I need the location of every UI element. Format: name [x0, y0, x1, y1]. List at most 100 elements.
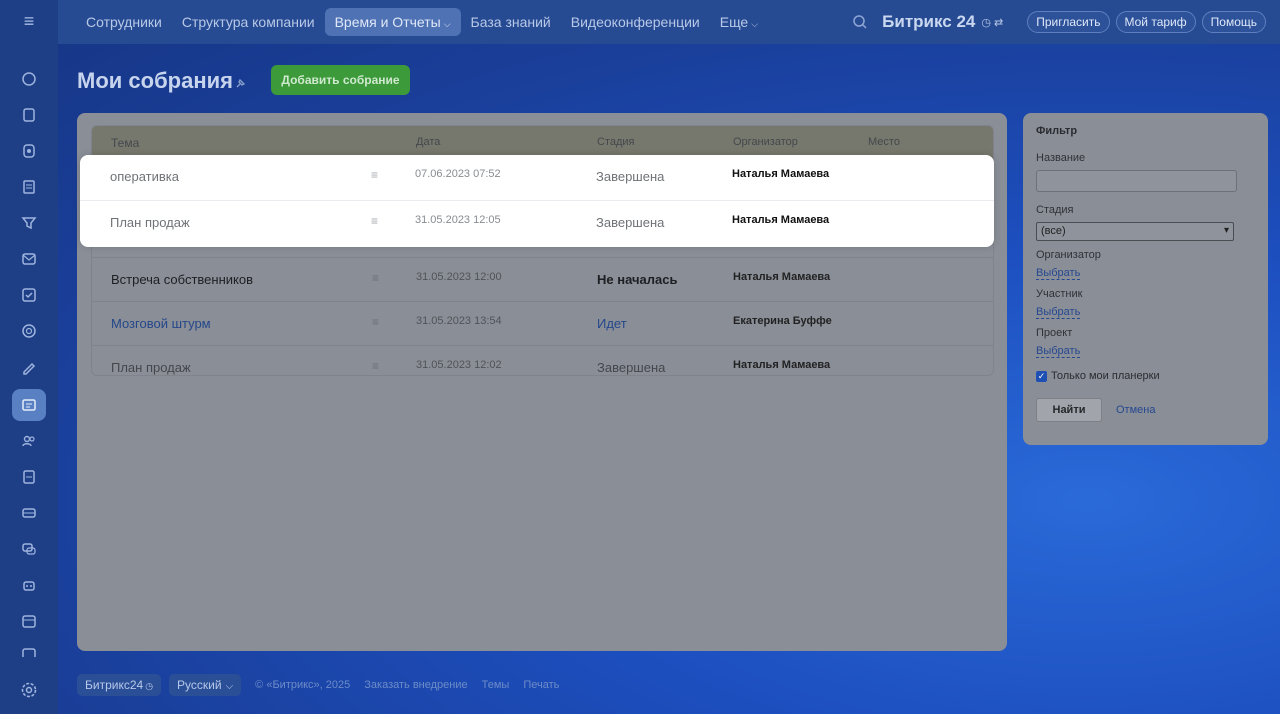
project-label: Проект: [1036, 327, 1073, 339]
row-topic[interactable]: План продаж: [111, 360, 191, 375]
row-organizer[interactable]: Наталья Мамаева: [733, 271, 830, 283]
chat-icon[interactable]: [12, 533, 46, 565]
settings-icon[interactable]: [19, 680, 39, 700]
table-row[interactable]: Мозговой штурм ≡ 31.05.2023 13:54 Идет Е…: [92, 301, 993, 345]
brand-status-icon: ◷ ⇄: [981, 16, 1004, 29]
stage-select[interactable]: (все) ▾: [1036, 222, 1234, 241]
help-button[interactable]: Помощь: [1201, 11, 1266, 33]
tasks-icon[interactable]: [12, 99, 46, 131]
invite-button[interactable]: Пригласить: [1027, 11, 1110, 33]
sign-icon[interactable]: [12, 351, 46, 383]
filter-actions: Найти Отмена: [1036, 398, 1255, 422]
col-stage[interactable]: Стадия: [597, 136, 635, 148]
row-organizer[interactable]: Екатерина Буффе: [733, 315, 832, 327]
disk-icon[interactable]: [12, 135, 46, 167]
row-menu-icon[interactable]: ≡: [372, 315, 379, 329]
col-topic[interactable]: Тема: [111, 136, 139, 150]
project-select-link[interactable]: Выбрать: [1036, 345, 1081, 358]
clock-icon: ◷: [145, 681, 154, 691]
docs-icon[interactable]: [12, 171, 46, 203]
table-header: Тема Дата Стадия Организатор Место: [92, 126, 993, 158]
feed-icon[interactable]: [12, 63, 46, 95]
chevron-down-icon: ⌵: [751, 19, 759, 29]
only-mine-checkbox[interactable]: ✓ Только мои планерки: [1036, 370, 1255, 382]
table-row[interactable]: План продаж ≡ 31.05.2023 12:02 Завершена…: [92, 345, 993, 375]
top-right: Битрикс 24 ◷ ⇄ Пригласить Мой тариф Помо…: [852, 0, 1266, 44]
row-organizer[interactable]: Наталья Мамаева: [732, 168, 829, 180]
language-label: Русский: [177, 678, 222, 692]
language-select[interactable]: Русский ⌵: [169, 674, 242, 696]
row-stage: Завершена: [596, 215, 665, 230]
search-icon[interactable]: [852, 14, 868, 30]
name-label: Название: [1036, 152, 1086, 164]
row-topic[interactable]: Встреча собственников: [111, 272, 253, 287]
order-implementation-link[interactable]: Заказать внедрение: [364, 679, 467, 691]
left-sidebar: ≡: [0, 0, 58, 714]
organizer-select-link[interactable]: Выбрать: [1036, 267, 1081, 280]
print-link[interactable]: Печать: [523, 679, 559, 691]
row-date: 31.05.2023 12:02: [416, 359, 502, 371]
row-date: 31.05.2023 12:00: [416, 271, 502, 283]
users-icon[interactable]: [12, 425, 46, 457]
row-date: 31.05.2023 12:05: [415, 214, 501, 226]
calendar-icon[interactable]: [12, 605, 46, 637]
find-button[interactable]: Найти: [1036, 398, 1102, 422]
funnel-icon[interactable]: [12, 207, 46, 239]
page-title: Мои собрания: [77, 68, 233, 93]
name-input[interactable]: [1036, 170, 1237, 192]
participant-select-link[interactable]: Выбрать: [1036, 306, 1081, 319]
table-row[interactable]: оперативка ≡ 07.06.2023 07:52 Завершена …: [80, 155, 994, 199]
row-menu-icon[interactable]: ≡: [371, 214, 378, 228]
col-place[interactable]: Место: [868, 136, 900, 148]
cancel-link[interactable]: Отмена: [1116, 404, 1155, 416]
themes-link[interactable]: Темы: [482, 679, 510, 691]
nav-more[interactable]: Еще ⌵: [710, 8, 768, 36]
robot-icon[interactable]: [12, 569, 46, 601]
row-date: 07.06.2023 07:52: [415, 168, 501, 180]
col-date[interactable]: Дата: [416, 136, 440, 148]
table-row[interactable]: Встреча собственников ≡ 31.05.2023 12:00…: [92, 257, 993, 301]
nav-time-reports-label: Время и Отчеты: [334, 14, 441, 30]
row-topic[interactable]: Мозговой штурм: [111, 316, 211, 331]
brand-logo: Битрикс 24: [882, 12, 976, 31]
mail-icon[interactable]: [12, 243, 46, 275]
row-menu-icon[interactable]: ≡: [372, 271, 379, 285]
highlighted-rows: оперативка ≡ 07.06.2023 07:52 Завершена …: [80, 155, 994, 247]
filter-title: Фильтр: [1036, 125, 1078, 137]
pin-icon[interactable]: [234, 76, 248, 90]
row-date: 31.05.2023 13:54: [416, 315, 502, 327]
nav-more-label: Еще: [719, 14, 749, 30]
row-topic[interactable]: оперативка: [110, 169, 179, 184]
row-stage: Не началась: [597, 272, 678, 287]
meetings-icon[interactable]: [12, 389, 46, 421]
table-row[interactable]: План продаж ≡ 31.05.2023 12:05 Завершена…: [80, 200, 994, 244]
nav-company-structure[interactable]: Структура компании: [172, 8, 325, 36]
checklist-icon[interactable]: [12, 279, 46, 311]
target-icon[interactable]: [12, 315, 46, 347]
row-organizer[interactable]: Наталья Мамаева: [732, 214, 829, 226]
only-mine-label: Только мои планерки: [1051, 370, 1160, 382]
row-menu-icon[interactable]: ≡: [372, 359, 379, 373]
menu-icon[interactable]: ≡: [18, 12, 40, 30]
organizer-label: Организатор: [1036, 249, 1101, 261]
nav-knowledge-base[interactable]: База знаний: [461, 8, 561, 36]
nav-video-conferences[interactable]: Видеоконференции: [561, 8, 710, 36]
document-icon[interactable]: [12, 461, 46, 493]
add-meeting-button[interactable]: Добавить собрание: [271, 65, 410, 95]
nav-time-reports[interactable]: Время и Отчеты ⌵: [324, 8, 461, 36]
row-organizer[interactable]: Наталья Мамаева: [733, 359, 830, 371]
chevron-down-icon: ▾: [1223, 225, 1229, 236]
checkbox-checked-icon[interactable]: ✓: [1036, 370, 1047, 382]
tariff-button[interactable]: Мой тариф: [1115, 11, 1196, 33]
col-organizer[interactable]: Организатор: [733, 136, 798, 148]
top-bar: Сотрудники Структура компании Время и От…: [58, 0, 1280, 44]
row-topic[interactable]: План продаж: [110, 215, 190, 230]
copyright: © «Битрикс», 2025: [255, 679, 351, 691]
nav-employees[interactable]: Сотрудники: [76, 8, 172, 36]
card-icon[interactable]: [12, 497, 46, 529]
filter-panel: Фильтр Название Стадия (все) ▾ Организато…: [1023, 113, 1268, 445]
calendar-2-icon[interactable]: [12, 641, 46, 657]
row-menu-icon[interactable]: ≡: [371, 168, 378, 182]
footer-brand-button[interactable]: Битрикс24 ◷: [77, 674, 162, 696]
row-stage: Завершена: [597, 360, 666, 375]
